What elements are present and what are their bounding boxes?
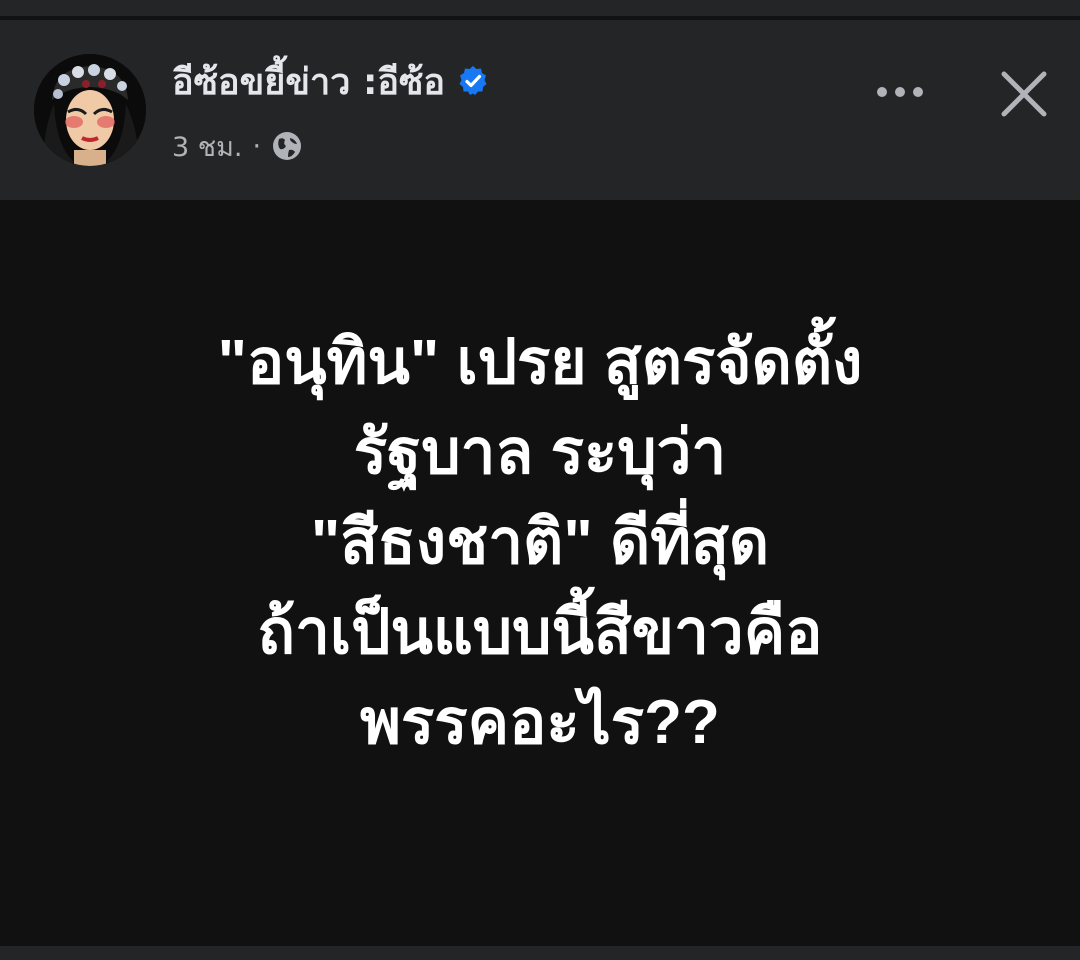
globe-icon[interactable] [271,130,303,162]
post-viewer: อีซ้อขยี้ข่าว :อีซ้อ 3 ชม. · "อนุทิน" เป… [0,0,1080,960]
close-icon [1001,71,1047,117]
post-timestamp[interactable]: 3 ชม. [172,125,242,168]
post-text: "อนุทิน" เปรย สูตรจัดตั้ง รัฐบาล ระบุว่า… [40,318,1040,768]
avatar-portrait-icon [34,54,146,166]
post-content: "อนุทิน" เปรย สูตรจัดตั้ง รัฐบาล ระบุว่า… [0,200,1080,946]
author-row: อีซ้อขยี้ข่าว :อีซ้อ [172,56,489,106]
top-divider [0,0,1080,20]
more-options-button[interactable] [862,54,938,130]
close-button[interactable] [986,56,1062,132]
meta-separator: · [252,130,262,162]
bottom-divider [0,946,1080,960]
post-header: อีซ้อขยี้ข่าว :อีซ้อ 3 ชม. · [0,20,1080,200]
verified-badge-icon [457,65,489,97]
post-text-line: "อนุทิน" เปรย สูตรจัดตั้ง [217,328,863,397]
post-text-line: พรรคอะไร?? [360,688,720,757]
post-meta: 3 ชม. · [172,124,303,168]
post-text-line: ถ้าเป็นแบบนี้สีขาวคือ [257,598,823,667]
post-text-line: รัฐบาล ระบุว่า [353,418,727,487]
more-horizontal-icon [877,87,923,97]
author-name[interactable]: อีซ้อขยี้ข่าว :อีซ้อ [172,53,445,110]
author-avatar[interactable] [34,54,146,166]
post-text-line: "สีธงชาติ" ดีที่สุด [310,508,770,577]
